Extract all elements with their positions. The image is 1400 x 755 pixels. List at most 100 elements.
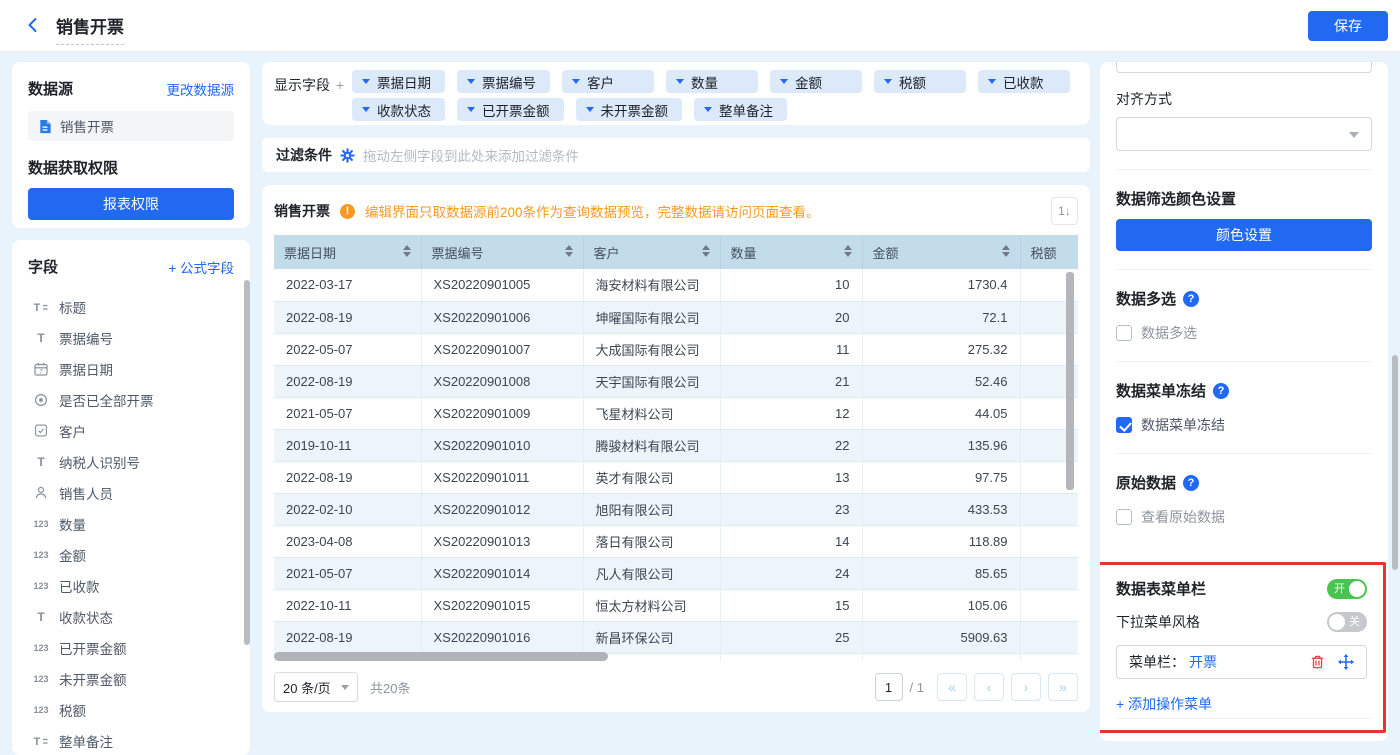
column-header[interactable]: 税额 — [1020, 235, 1078, 269]
display-field-chip[interactable]: 未开票金额 — [576, 98, 683, 121]
field-item[interactable]: 7票据日期 — [28, 353, 234, 384]
help-icon[interactable]: ? — [1183, 291, 1199, 307]
field-item[interactable]: 123税额 — [28, 694, 234, 725]
sort-order-button[interactable]: 1↓ — [1051, 197, 1078, 225]
field-item[interactable]: T纳税人识别号 — [28, 446, 234, 477]
display-field-chip[interactable]: 票据编号 — [457, 70, 550, 93]
table-cell — [862, 653, 1020, 661]
datasource-item[interactable]: 销售开票 — [28, 111, 234, 141]
field-item[interactable]: T收款状态 — [28, 601, 234, 632]
report-permission-button[interactable]: 报表权限 — [28, 188, 234, 220]
field-item[interactable]: T整单备注 — [28, 725, 234, 755]
sort-arrows-icon[interactable] — [403, 245, 411, 257]
checkbox-unchecked[interactable] — [1116, 325, 1132, 341]
menubar-item[interactable]: 菜单栏： 开票 — [1116, 645, 1367, 679]
column-header-label: 税额 — [1031, 246, 1057, 261]
align-select[interactable] — [1116, 117, 1372, 151]
page-size-select[interactable]: 20 条/页 — [274, 672, 358, 702]
display-field-chip[interactable]: 收款状态 — [352, 98, 445, 121]
add-display-field-icon[interactable]: + — [336, 77, 344, 93]
column-header[interactable]: 数量 — [720, 235, 862, 269]
table-cell: 天宇国际有限公司 — [583, 365, 720, 397]
field-item[interactable]: 123已开票金额 — [28, 632, 234, 663]
table-horizontal-scrollbar[interactable] — [274, 652, 608, 661]
multi-select-checkbox-row[interactable]: 数据多选 — [1116, 323, 1372, 343]
save-button[interactable]: 保存 — [1308, 11, 1388, 41]
sort-arrows-icon[interactable] — [1002, 245, 1010, 257]
dropdown-style-toggle-off[interactable]: 关 — [1327, 612, 1367, 632]
table-row: 2022-08-19XS20220901011英才有限公司1397.75 — [274, 461, 1078, 493]
column-header[interactable]: 金额 — [862, 235, 1020, 269]
display-field-chip[interactable]: 已收款 — [978, 70, 1070, 93]
filter-color-heading: 数据筛选颜色设置 — [1116, 188, 1372, 209]
color-settings-button[interactable]: 颜色设置 — [1116, 219, 1372, 251]
table-cell: 21 — [720, 365, 862, 397]
column-header[interactable]: 票据编号 — [421, 235, 583, 269]
table-cell: 97.75 — [862, 461, 1020, 493]
table-cell: XS20220901013 — [421, 525, 583, 557]
table-cell: 坤曜国际有限公司 — [583, 301, 720, 333]
prev-page-button[interactable]: ‹ — [974, 673, 1004, 701]
warning-icon: ! — [340, 204, 355, 219]
field-item[interactable]: 123未开票金额 — [28, 663, 234, 694]
table-cell: 大成国际有限公司 — [583, 333, 720, 365]
column-header-label: 客户 — [594, 246, 620, 261]
column-header[interactable]: 客户 — [583, 235, 720, 269]
display-field-chip[interactable]: 已开票金额 — [457, 98, 564, 121]
column-header[interactable]: 票据日期 — [274, 235, 421, 269]
table-cell: 2022-02-10 — [274, 493, 421, 525]
move-icon[interactable] — [1338, 654, 1354, 670]
field-item[interactable]: 123金额 — [28, 539, 234, 570]
checkbox-checked[interactable] — [1116, 417, 1132, 433]
table-menubar-heading: 数据表菜单栏 — [1116, 578, 1206, 599]
next-page-button[interactable]: › — [1011, 673, 1041, 701]
change-datasource-link[interactable]: 更改数据源 — [167, 79, 235, 99]
sort-arrows-icon[interactable] — [565, 245, 573, 257]
display-field-chip[interactable]: 票据日期 — [352, 70, 445, 93]
display-field-chip[interactable]: 金额 — [770, 70, 862, 93]
field-item[interactable]: T票据编号 — [28, 322, 234, 353]
display-field-chip[interactable]: 税额 — [874, 70, 966, 93]
page-scrollbar[interactable] — [1392, 355, 1398, 570]
add-action-menu-link[interactable]: + 添加操作菜单 — [1116, 694, 1212, 714]
fields-heading: 字段 — [28, 256, 58, 277]
fields-scrollbar[interactable] — [244, 280, 250, 645]
help-icon[interactable]: ? — [1213, 383, 1229, 399]
field-item[interactable]: 123数量 — [28, 508, 234, 539]
checkbox-unchecked[interactable] — [1116, 509, 1132, 525]
trash-icon[interactable] — [1310, 654, 1325, 670]
help-icon[interactable]: ? — [1183, 475, 1199, 491]
number-icon: 123 — [32, 581, 50, 591]
caret-down-icon — [467, 107, 475, 112]
field-item[interactable]: 客户 — [28, 415, 234, 446]
clipped-input[interactable] — [1116, 62, 1372, 73]
data-table: 票据日期票据编号客户数量金额税额 2022-03-17XS20220901005… — [274, 235, 1078, 661]
sort-arrows-icon[interactable] — [844, 245, 852, 257]
back-icon[interactable] — [24, 16, 44, 36]
fields-panel: 字段 + 公式字段 T标题T票据编号7票据日期是否已全部开票客户T纳税人识别号销… — [12, 240, 250, 755]
field-item[interactable]: 是否已全部开票 — [28, 384, 234, 415]
gear-icon[interactable] — [340, 148, 355, 163]
menu-freeze-checkbox-row[interactable]: 数据菜单冻结 — [1116, 415, 1372, 435]
display-field-chip[interactable]: 整单备注 — [694, 98, 787, 121]
raw-data-checkbox-row[interactable]: 查看原始数据 — [1116, 507, 1372, 527]
chip-label: 金额 — [795, 72, 822, 92]
page-number-input[interactable] — [875, 673, 903, 701]
caret-down-icon — [586, 107, 594, 112]
sort-arrows-icon[interactable] — [702, 245, 710, 257]
table-cell: 旭阳有限公司 — [583, 493, 720, 525]
last-page-button[interactable]: » — [1048, 673, 1078, 701]
page-title[interactable]: 销售开票 — [56, 13, 124, 45]
menubar-toggle-on[interactable]: 开 — [1327, 579, 1367, 599]
table-cell: 落日有限公司 — [583, 525, 720, 557]
first-page-button[interactable]: « — [937, 673, 967, 701]
filter-hint: 拖动左侧字段到此处来添加过滤条件 — [363, 145, 579, 165]
field-item[interactable]: 123已收款 — [28, 570, 234, 601]
display-field-chip[interactable]: 数量 — [666, 70, 758, 93]
table-vertical-scrollbar[interactable] — [1066, 272, 1074, 490]
add-formula-field-link[interactable]: + 公式字段 — [168, 257, 234, 277]
radio-icon — [32, 393, 50, 407]
field-item[interactable]: T标题 — [28, 291, 234, 322]
field-item[interactable]: 销售人员 — [28, 477, 234, 508]
display-field-chip[interactable]: 客户 — [562, 70, 654, 93]
